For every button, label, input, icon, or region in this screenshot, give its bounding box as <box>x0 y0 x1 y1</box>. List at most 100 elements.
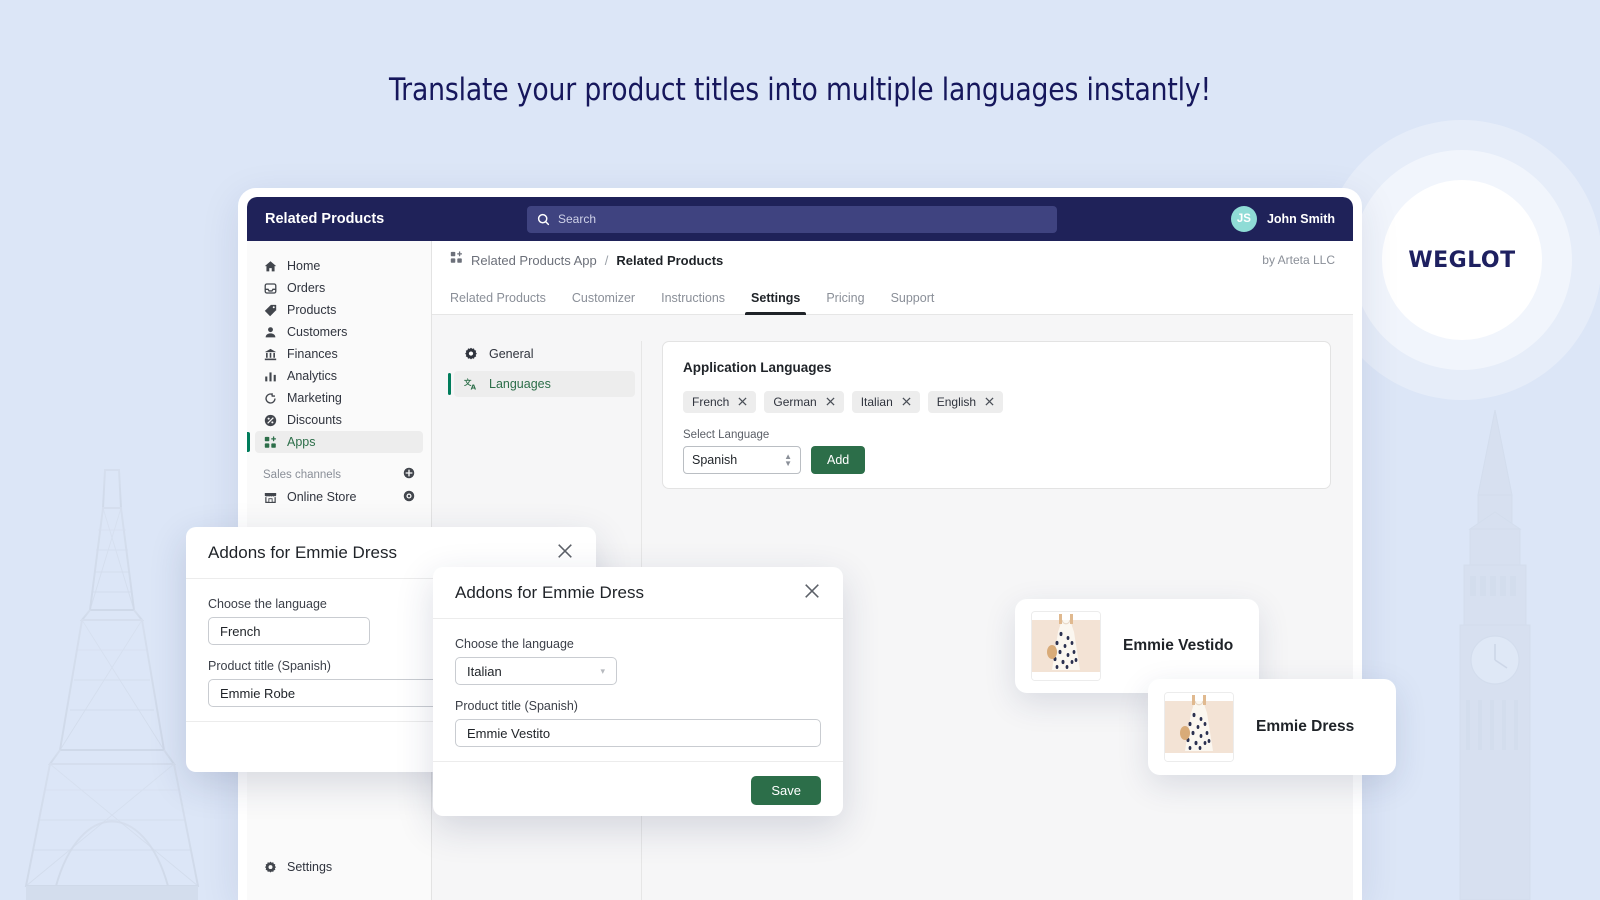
choose-language-label: Choose the language <box>455 637 574 651</box>
sidebar-item-label: Products <box>287 303 337 317</box>
breadcrumb-parent[interactable]: Related Products App <box>471 253 597 268</box>
eye-icon[interactable] <box>403 490 415 505</box>
app-title: Related Products <box>265 211 385 227</box>
headline: Translate your product titles into multi… <box>388 72 1212 108</box>
top-bar: Related Products Search JS John Smith <box>247 197 1353 241</box>
modal-body: Choose the language Italian ▾ Product ti… <box>433 619 843 747</box>
sidebar-item-customers[interactable]: Customers <box>255 321 423 343</box>
avatar: JS <box>1230 206 1257 232</box>
language-chip-english[interactable]: English <box>927 391 1004 413</box>
chip-label: English <box>936 395 977 409</box>
product-title-input[interactable]: Emmie Vestito <box>455 719 821 747</box>
sidebar-item-label: Home <box>287 259 321 273</box>
select-language-row: Spanish ▲ ▼ Add <box>683 446 1310 474</box>
tab-support[interactable]: Support <box>891 291 935 314</box>
close-icon[interactable] <box>985 395 994 409</box>
modal-title: Addons for Emmie Dress <box>208 542 397 562</box>
settings-nav-languages[interactable]: 文A Languages <box>448 371 635 397</box>
choose-language-value: Italian <box>467 663 502 679</box>
breadcrumb-separator: / <box>604 252 609 268</box>
user-name: John Smith <box>1266 212 1335 226</box>
search-placeholder: Search <box>558 212 597 226</box>
save-button[interactable]: Save <box>751 776 821 805</box>
product-card-english[interactable]: Emmie Dress <box>1148 679 1396 775</box>
tab-settings[interactable]: Settings <box>744 291 807 315</box>
chevron-down-icon: ▾ <box>600 665 605 676</box>
settings-nav-label: General <box>489 347 534 361</box>
dress-thumbnail <box>1164 692 1234 762</box>
section-label: Sales channels <box>263 468 341 481</box>
tab-customizer[interactable]: Customizer <box>572 291 635 314</box>
sidebar-bottom: Settings <box>247 856 431 878</box>
language-chip-german[interactable]: German <box>764 391 844 413</box>
close-icon[interactable] <box>826 395 835 409</box>
gear-icon <box>464 347 478 361</box>
sidebar-item-home[interactable]: Home <box>255 255 423 277</box>
gear-icon <box>263 860 277 874</box>
select-language-label: Select Language <box>683 429 770 441</box>
translate-icon: 文A <box>464 377 478 391</box>
search-input[interactable]: Search <box>527 205 1057 233</box>
sidebar-item-settings[interactable]: Settings <box>255 856 423 878</box>
close-icon[interactable] <box>556 542 574 564</box>
sidebar-item-label: Customers <box>287 325 348 339</box>
person-icon <box>263 325 277 339</box>
sidebar-item-label: Marketing <box>287 391 342 405</box>
choose-language-input[interactable]: French <box>208 617 370 645</box>
close-icon[interactable] <box>803 582 821 604</box>
home-icon <box>263 259 277 273</box>
chip-label: Italian <box>860 395 893 409</box>
select-language-dropdown[interactable]: Spanish ▲ ▼ <box>683 446 801 474</box>
sidebar-section-sales-channels: Sales channels <box>263 467 415 482</box>
choose-language-value: French <box>220 623 261 639</box>
apps-icon <box>263 435 277 449</box>
language-chip-italian[interactable]: Italian <box>851 391 920 413</box>
orders-icon <box>263 281 277 295</box>
sidebar-item-products[interactable]: Products <box>255 299 423 321</box>
user-menu[interactable]: JS John Smith <box>1230 206 1335 232</box>
dress-thumbnail <box>1031 611 1101 681</box>
sidebar-item-label: Apps <box>287 435 316 449</box>
chip-label: German <box>773 395 817 409</box>
weglot-logo: WEGLOT <box>1408 247 1516 273</box>
big-ben-background-image <box>1459 409 1531 900</box>
sidebar-item-marketing[interactable]: Marketing <box>255 387 423 409</box>
sidebar-item-label: Settings <box>287 860 333 874</box>
plus-circle-icon[interactable] <box>403 467 415 482</box>
close-icon[interactable] <box>738 395 747 409</box>
breadcrumb-current: Related Products <box>616 252 724 268</box>
sidebar-item-label: Online Store <box>287 490 357 504</box>
bank-icon <box>263 347 277 361</box>
sidebar-item-finances[interactable]: Finances <box>255 343 423 365</box>
tab-instructions[interactable]: Instructions <box>661 291 725 314</box>
svg-text:A: A <box>471 384 477 391</box>
sidebar-item-online-store[interactable]: Online Store <box>255 486 423 508</box>
app-author: by Arteta LLC <box>1262 253 1335 267</box>
search-icon <box>537 213 550 225</box>
tab-related-products[interactable]: Related Products <box>450 291 546 314</box>
bar-chart-icon <box>263 369 277 383</box>
discount-icon <box>263 413 277 427</box>
modal-footer: Save <box>433 761 843 816</box>
tab-pricing[interactable]: Pricing <box>826 291 864 314</box>
choose-language-input[interactable]: Italian ▾ <box>455 657 617 685</box>
sidebar-item-label: Orders <box>287 281 326 295</box>
sidebar-item-orders[interactable]: Orders <box>255 277 423 299</box>
settings-nav-general[interactable]: General <box>454 341 635 367</box>
language-chip-list: French German Italian English <box>683 391 1310 413</box>
sidebar-item-discounts[interactable]: Discounts <box>255 409 423 431</box>
sidebar-item-analytics[interactable]: Analytics <box>255 365 423 387</box>
settings-nav-label: Languages <box>489 377 551 391</box>
language-chip-french[interactable]: French <box>683 391 757 413</box>
product-title-label: Product title (Spanish) <box>455 699 578 713</box>
close-icon[interactable] <box>902 395 911 409</box>
add-language-button[interactable]: Add <box>811 446 866 474</box>
breadcrumb: Related Products App / Related Products … <box>432 241 1353 279</box>
sidebar-item-apps[interactable]: Apps <box>247 431 423 453</box>
select-language-value: Spanish <box>692 453 738 467</box>
modal-header: Addons for Emmie Dress <box>433 567 843 619</box>
sidebar-item-label: Analytics <box>287 369 338 383</box>
product-name: Emmie Dress <box>1256 718 1355 735</box>
product-title-value: Emmie Vestito <box>467 725 551 741</box>
panel-title: Application Languages <box>683 360 832 375</box>
